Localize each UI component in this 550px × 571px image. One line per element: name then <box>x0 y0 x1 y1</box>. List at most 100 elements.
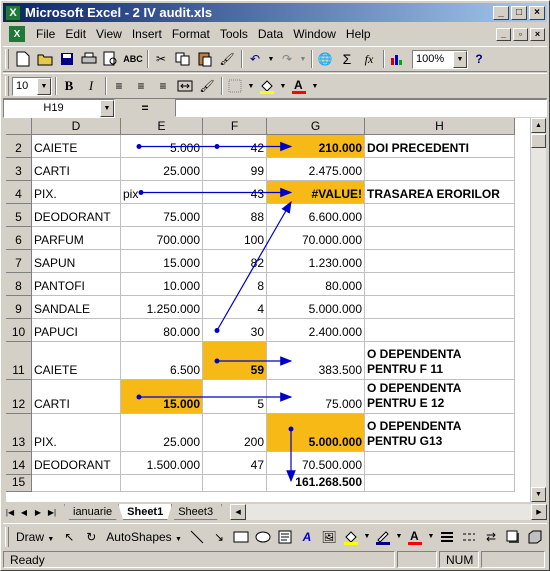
formula-equals-icon[interactable]: = <box>115 101 175 115</box>
line-color-dropdown-icon[interactable]: ▼ <box>394 526 404 548</box>
help-icon[interactable]: ? <box>468 48 490 70</box>
borders-icon[interactable] <box>224 75 246 97</box>
cell-h8[interactable] <box>365 273 515 296</box>
cell-d10[interactable]: PAPUCI <box>32 319 121 342</box>
formula-input[interactable] <box>175 99 547 117</box>
cell-f4[interactable]: 43 <box>203 181 267 204</box>
print-preview-icon[interactable] <box>100 48 122 70</box>
fill-color-icon[interactable] <box>256 75 278 97</box>
save-icon[interactable] <box>56 48 78 70</box>
redo-dropdown-icon[interactable]: ▼ <box>298 48 308 70</box>
cell-f13[interactable]: 200 <box>203 414 267 452</box>
spelling-icon[interactable]: ABC <box>122 48 144 70</box>
first-sheet-icon[interactable]: |◀ <box>3 505 17 519</box>
cell-e4[interactable]: pix <box>121 181 203 204</box>
cell-g13[interactable]: 5.000.000 <box>267 414 365 452</box>
merge-center-icon[interactable] <box>174 75 196 97</box>
open-icon[interactable] <box>34 48 56 70</box>
cell-g15[interactable]: 161.268.500 <box>267 475 365 492</box>
doc-minimize-button[interactable]: _ <box>496 27 511 41</box>
row-header[interactable]: 14 <box>6 452 32 475</box>
tab-sheet3[interactable]: Sheet3 <box>169 504 222 520</box>
free-rotate-icon[interactable]: ↻ <box>80 526 102 548</box>
chevron-down-icon[interactable]: ▼ <box>453 50 467 68</box>
hyperlink-icon[interactable]: 🌐 <box>314 48 336 70</box>
fill-dropdown-icon[interactable]: ▼ <box>278 75 288 97</box>
cell-h9[interactable] <box>365 296 515 319</box>
format-painter-icon[interactable]: 🖌 <box>216 48 238 70</box>
arrow-icon[interactable]: ↘ <box>208 526 230 548</box>
format-painter-icon[interactable]: 🖌 <box>196 75 218 97</box>
maximize-button[interactable]: □ <box>511 5 527 20</box>
column-header-f[interactable]: F <box>203 118 267 135</box>
select-all-corner[interactable] <box>6 118 32 135</box>
align-center-icon[interactable]: ≡ <box>130 75 152 97</box>
cell-h2[interactable]: DOI PRECEDENTI <box>365 135 515 158</box>
cell-e11[interactable]: 6.500 <box>121 342 203 380</box>
cell-d11[interactable]: CAIETE <box>32 342 121 380</box>
cell-e9[interactable]: 1.250.000 <box>121 296 203 319</box>
cell-h7[interactable] <box>365 250 515 273</box>
toolbar-grip[interactable] <box>5 526 9 547</box>
menu-insert[interactable]: Insert <box>127 27 167 41</box>
cell-d3[interactable]: CARTI <box>32 158 121 181</box>
cell-f15[interactable] <box>203 475 267 492</box>
vertical-scrollbar[interactable]: ▲ ▼ <box>530 118 546 502</box>
row-header[interactable]: 10 <box>6 319 32 342</box>
paste-icon[interactable] <box>194 48 216 70</box>
fill-dropdown-icon[interactable]: ▼ <box>362 526 372 548</box>
cell-g3[interactable]: 2.475.000 <box>267 158 365 181</box>
scroll-thumb[interactable] <box>531 134 546 148</box>
cell-e15[interactable] <box>121 475 203 492</box>
cell-d4[interactable]: PIX. <box>32 181 121 204</box>
scroll-up-icon[interactable]: ▲ <box>531 118 546 133</box>
cell-g6[interactable]: 70.000.000 <box>267 227 365 250</box>
doc-restore-button[interactable]: ▫ <box>513 27 528 41</box>
prev-sheet-icon[interactable]: ◀ <box>17 505 31 519</box>
dash-style-icon[interactable] <box>458 526 480 548</box>
row-header[interactable]: 9 <box>6 296 32 319</box>
workbook-icon[interactable]: X <box>9 26 25 42</box>
cut-icon[interactable]: ✂ <box>150 48 172 70</box>
cell-e6[interactable]: 700.000 <box>121 227 203 250</box>
cell-f5[interactable]: 88 <box>203 204 267 227</box>
print-icon[interactable] <box>78 48 100 70</box>
function-icon[interactable]: fx <box>358 48 380 70</box>
line-color-icon[interactable] <box>372 526 394 548</box>
cell-g8[interactable]: 80.000 <box>267 273 365 296</box>
font-color-icon[interactable]: A <box>404 526 426 548</box>
align-left-icon[interactable]: ≡ <box>108 75 130 97</box>
chevron-down-icon[interactable]: ▼ <box>37 77 51 95</box>
menu-tools[interactable]: Tools <box>215 27 253 41</box>
row-header[interactable]: 13 <box>6 414 32 452</box>
cell-f11[interactable]: 59 <box>203 342 267 380</box>
cell-f14[interactable]: 47 <box>203 452 267 475</box>
borders-dropdown-icon[interactable]: ▼ <box>246 75 256 97</box>
cell-f8[interactable]: 8 <box>203 273 267 296</box>
autosum-icon[interactable]: Σ <box>336 48 358 70</box>
minimize-button[interactable]: _ <box>493 5 509 20</box>
row-header[interactable]: 8 <box>6 273 32 296</box>
scroll-left-icon[interactable]: ◀ <box>230 504 247 520</box>
cell-g2[interactable]: 210.000 <box>267 135 365 158</box>
cell-g7[interactable]: 1.230.000 <box>267 250 365 273</box>
redo-icon[interactable]: ↷ <box>276 48 298 70</box>
cell-e12[interactable]: 15.000 <box>121 380 203 414</box>
clip-art-icon[interactable]: 🖼 <box>318 526 340 548</box>
excel-app-icon[interactable]: X <box>5 4 21 21</box>
menu-file[interactable]: File <box>31 27 60 41</box>
cell-g9[interactable]: 5.000.000 <box>267 296 365 319</box>
toolbar-grip[interactable] <box>5 49 9 69</box>
row-header[interactable]: 4 <box>6 181 32 204</box>
title-bar[interactable]: X Microsoft Excel - 2 IV audit.xls _ □ × <box>3 3 547 22</box>
oval-icon[interactable] <box>252 526 274 548</box>
cell-e13[interactable]: 25.000 <box>121 414 203 452</box>
copy-icon[interactable] <box>172 48 194 70</box>
cell-e10[interactable]: 80.000 <box>121 319 203 342</box>
select-objects-icon[interactable]: ↖ <box>58 526 80 548</box>
fill-color-icon[interactable] <box>340 526 362 548</box>
cell-e5[interactable]: 75.000 <box>121 204 203 227</box>
cell-d8[interactable]: PANTOFI <box>32 273 121 296</box>
cell-e7[interactable]: 15.000 <box>121 250 203 273</box>
cell-h6[interactable] <box>365 227 515 250</box>
